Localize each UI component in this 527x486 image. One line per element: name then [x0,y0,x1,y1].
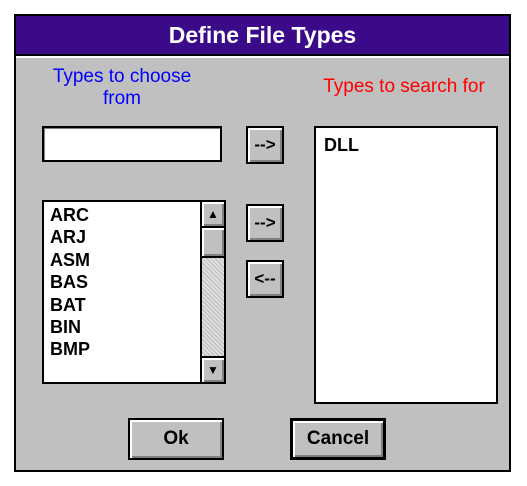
arrow-up-icon: ▲ [207,207,219,221]
list-item[interactable]: DLL [324,134,464,156]
title-separator [16,56,509,58]
list-item[interactable]: BIN [50,316,190,338]
ok-button[interactable]: Ok [128,418,224,460]
list-item[interactable]: BMP [50,338,190,360]
scroll-thumb[interactable] [202,228,224,258]
file-type-input[interactable] [42,126,222,162]
arrow-down-icon: ▼ [207,363,219,377]
source-list-scrollbar[interactable]: ▲ ▼ [200,202,224,382]
scroll-up-button[interactable]: ▲ [202,202,224,228]
cancel-button[interactable]: Cancel [290,418,386,460]
source-types-list[interactable]: ARC ARJ ASM BAS BAT BIN BMP ▲ ▼ [42,200,226,384]
define-file-types-dialog: Define File Types Types to choose from T… [14,14,511,472]
list-item[interactable]: BAS [50,271,190,293]
remove-button[interactable]: <-- [246,260,284,298]
add-selected-button[interactable]: --> [246,204,284,242]
list-item[interactable]: BAT [50,294,190,316]
target-caption: Types to search for [323,76,485,97]
dialog-title: Define File Types [16,16,509,56]
list-item[interactable]: ARC [50,204,190,226]
source-caption: Types to choose from [52,66,192,109]
list-item[interactable]: ARJ [50,226,190,248]
scroll-down-button[interactable]: ▼ [202,356,224,382]
list-item[interactable]: ASM [50,249,190,271]
target-types-list[interactable]: DLL [314,126,498,404]
add-typed-button[interactable]: --> [246,126,284,164]
